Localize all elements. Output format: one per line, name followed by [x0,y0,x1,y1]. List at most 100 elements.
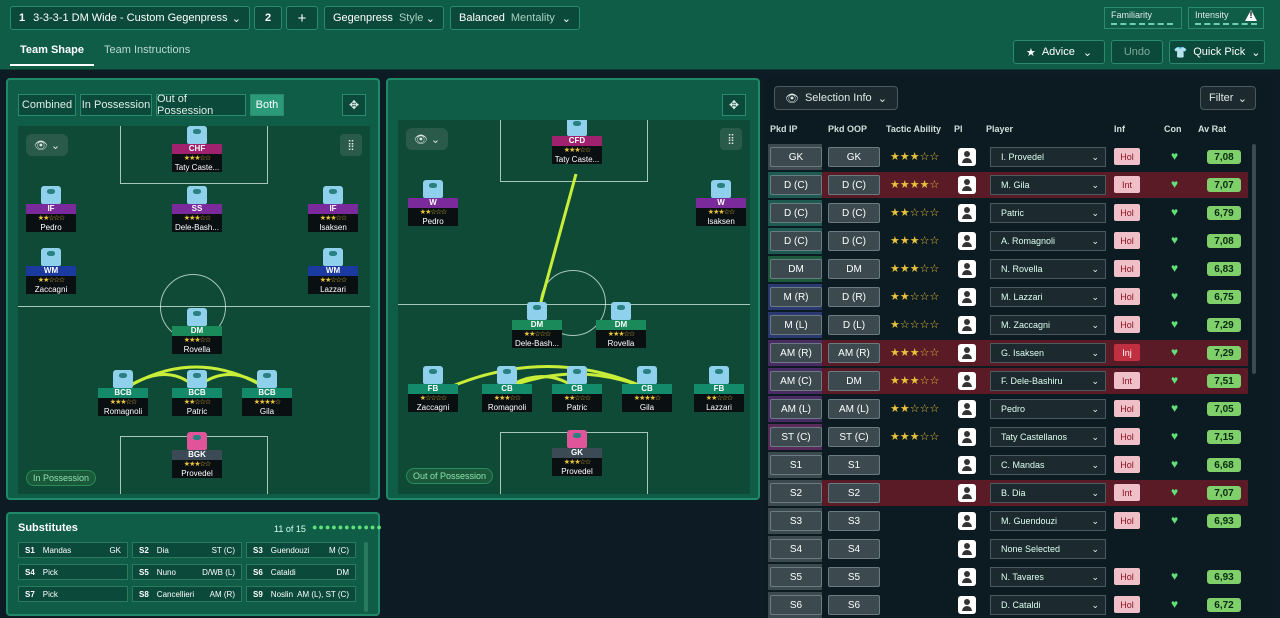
segment-out-of-possession[interactable]: Out of Possession [156,93,246,117]
player-select[interactable]: A. Romagnoli ⌄ [990,231,1106,251]
player-select[interactable]: M. Zaccagni ⌄ [990,315,1106,335]
picked-ip-position[interactable]: S6 [770,595,822,615]
player-instructions-icon[interactable] [958,232,976,250]
picked-ip-position[interactable]: D (C) [770,175,822,195]
player-token[interactable]: BCB ★★★☆☆ Romagnoli [94,370,152,416]
substitute-slot[interactable]: S4 Pick [18,564,128,580]
style-dropdown[interactable]: Gegenpress Style ⌄ [324,6,444,30]
player-instructions-icon[interactable] [958,260,976,278]
substitute-slot[interactable]: S7 Pick [18,586,128,602]
substitute-slot[interactable]: S1 Mandas GK [18,542,128,558]
selection-row[interactable]: AM (L) AM (L) ★★☆☆☆ Pedro ⌄ Hol ♥ 7,05 [768,396,1248,422]
selection-row[interactable]: S2 S2 B. Dia ⌄ Int ♥ 7,07 [768,480,1248,506]
picked-ip-position[interactable]: D (C) [770,231,822,251]
picked-ip-position[interactable]: ST (C) [770,427,822,447]
selection-info-dropdown[interactable]: 👁 Selection Info ⌄ [774,86,898,110]
player-instructions-icon[interactable] [958,288,976,306]
picked-ip-position[interactable]: DM [770,259,822,279]
tab-team-shape[interactable]: Team Shape [20,44,84,56]
player-token[interactable]: DM ★★★☆☆ Rovella [592,302,650,348]
selection-row[interactable]: S4 S4 None Selected ⌄ [768,536,1248,562]
picked-ip-position[interactable]: M (R) [770,287,822,307]
selection-row[interactable]: D (C) D (C) ★★☆☆☆ Patric ⌄ Hol ♥ 6,79 [768,200,1248,226]
player-select[interactable]: F. Dele-Bashiru ⌄ [990,371,1106,391]
header-inf[interactable]: Inf [1114,124,1125,134]
familiarity-meter[interactable]: Familiarity [1104,7,1182,29]
picked-ip-position[interactable]: S5 [770,567,822,587]
player-token[interactable]: FB ★☆☆☆☆ Zaccagni [404,366,462,412]
selection-row[interactable]: GK GK ★★★☆☆ I. Provedel ⌄ Hol ♥ 7,08 [768,144,1248,170]
player-token[interactable]: BGK ★★★☆☆ Provedel [168,432,226,478]
selection-row[interactable]: ST (C) ST (C) ★★★☆☆ Taty Castellanos ⌄ Hol ♥ 7,… [768,424,1248,450]
picked-oop-position[interactable]: D (C) [828,203,880,223]
player-token[interactable]: CB ★★☆☆☆ Patric [548,366,606,412]
header-tactic-ability[interactable]: Tactic Ability [886,124,941,134]
player-instructions-icon[interactable] [958,400,976,418]
selection-row[interactable]: DM DM ★★★☆☆ N. Rovella ⌄ Hol ♥ 6,83 [768,256,1248,282]
selection-row[interactable]: S6 S6 D. Cataldi ⌄ Hol ♥ 6,72 [768,592,1248,618]
segment-in-possession[interactable]: In Possession [80,94,152,116]
player-select[interactable]: M. Lazzari ⌄ [990,287,1106,307]
picked-oop-position[interactable]: AM (L) [828,399,880,419]
selection-row[interactable]: D (C) D (C) ★★★★☆ M. Gila ⌄ Int ♥ 7,07 [768,172,1248,198]
selection-row[interactable]: S3 S3 M. Guendouzi ⌄ Hol ♥ 6,93 [768,508,1248,534]
player-token[interactable]: GK ★★★☆☆ Provedel [548,430,606,476]
selection-row[interactable]: S5 S5 N. Tavares ⌄ Hol ♥ 6,93 [768,564,1248,590]
picked-oop-position[interactable]: DM [828,371,880,391]
player-select[interactable]: D. Cataldi ⌄ [990,595,1106,615]
substitute-slot[interactable]: S6 Cataldi DM [246,564,356,580]
player-instructions-icon[interactable] [958,540,976,558]
player-instructions-icon[interactable] [958,372,976,390]
segment-combined[interactable]: Combined [18,94,76,116]
picked-oop-position[interactable]: S1 [828,455,880,475]
picked-ip-position[interactable]: AM (C) [770,371,822,391]
segment-both[interactable]: Both [250,94,284,116]
player-token[interactable]: IF ★★☆☆☆ Pedro [22,186,80,232]
picked-oop-position[interactable]: DM [828,259,880,279]
selection-row[interactable]: M (L) D (L) ★☆☆☆☆ M. Zaccagni ⌄ Hol ♥ 7,29 [768,312,1248,338]
advice-button[interactable]: ★ Advice ⌄ [1013,40,1105,64]
picked-oop-position[interactable]: GK [828,147,880,167]
picked-ip-position[interactable]: AM (R) [770,343,822,363]
player-instructions-icon[interactable] [958,456,976,474]
player-token[interactable]: FB ★★☆☆☆ Lazzari [690,366,748,412]
picked-oop-position[interactable]: S5 [828,567,880,587]
selection-row[interactable]: AM (C) DM ★★★☆☆ F. Dele-Bashiru ⌄ Int ♥ 7,51 [768,368,1248,394]
formation-options-icon[interactable]: ✥ [342,94,366,116]
substitute-slot[interactable]: S9 Noslin AM (L), ST (C) [246,586,356,602]
picked-oop-position[interactable]: S2 [828,483,880,503]
player-token[interactable]: BCB ★★☆☆☆ Patric [168,370,226,416]
scrollbar[interactable] [364,542,368,612]
scrollbar[interactable] [1252,144,1256,374]
quick-pick-button[interactable]: 👕 Quick Pick ⌄ [1169,40,1265,64]
player-instructions-icon[interactable] [958,204,976,222]
selection-row[interactable]: S1 S1 C. Mandas ⌄ Hol ♥ 6,68 [768,452,1248,478]
add-tactic-button[interactable]: + [286,6,318,30]
header-pi[interactable]: PI [954,124,963,134]
picked-ip-position[interactable]: S3 [770,511,822,531]
picked-ip-position[interactable]: S2 [770,483,822,503]
header-pkd-oop[interactable]: Pkd OOP [828,124,867,134]
player-instructions-icon[interactable] [958,316,976,334]
player-token[interactable]: CB ★★★★☆ Gila [618,366,676,412]
player-token[interactable]: CB ★★★☆☆ Romagnoli [478,366,536,412]
picked-oop-position[interactable]: AM (R) [828,343,880,363]
selection-row[interactable]: D (C) D (C) ★★★☆☆ A. Romagnoli ⌄ Hol ♥ 7,08 [768,228,1248,254]
picked-oop-position[interactable]: S6 [828,595,880,615]
player-select[interactable]: M. Gila ⌄ [990,175,1106,195]
player-token[interactable]: DM ★★☆☆☆ Dele-Bash... [508,302,566,348]
player-instructions-icon[interactable] [958,176,976,194]
picked-ip-position[interactable]: GK [770,147,822,167]
header-player[interactable]: Player [986,124,1013,134]
filter-button[interactable]: Filter ⌄ [1200,86,1256,110]
picked-ip-position[interactable]: AM (L) [770,399,822,419]
player-select[interactable]: G. Isaksen ⌄ [990,343,1106,363]
picked-oop-position[interactable]: D (L) [828,315,880,335]
player-select[interactable]: Taty Castellanos ⌄ [990,427,1106,447]
picked-ip-position[interactable]: S1 [770,455,822,475]
player-instructions-icon[interactable] [958,148,976,166]
player-token[interactable]: W ★★☆☆☆ Pedro [404,180,462,226]
player-select[interactable]: N. Rovella ⌄ [990,259,1106,279]
player-select[interactable]: M. Guendouzi ⌄ [990,511,1106,531]
player-token[interactable]: WM ★★☆☆☆ Lazzari [304,248,362,294]
